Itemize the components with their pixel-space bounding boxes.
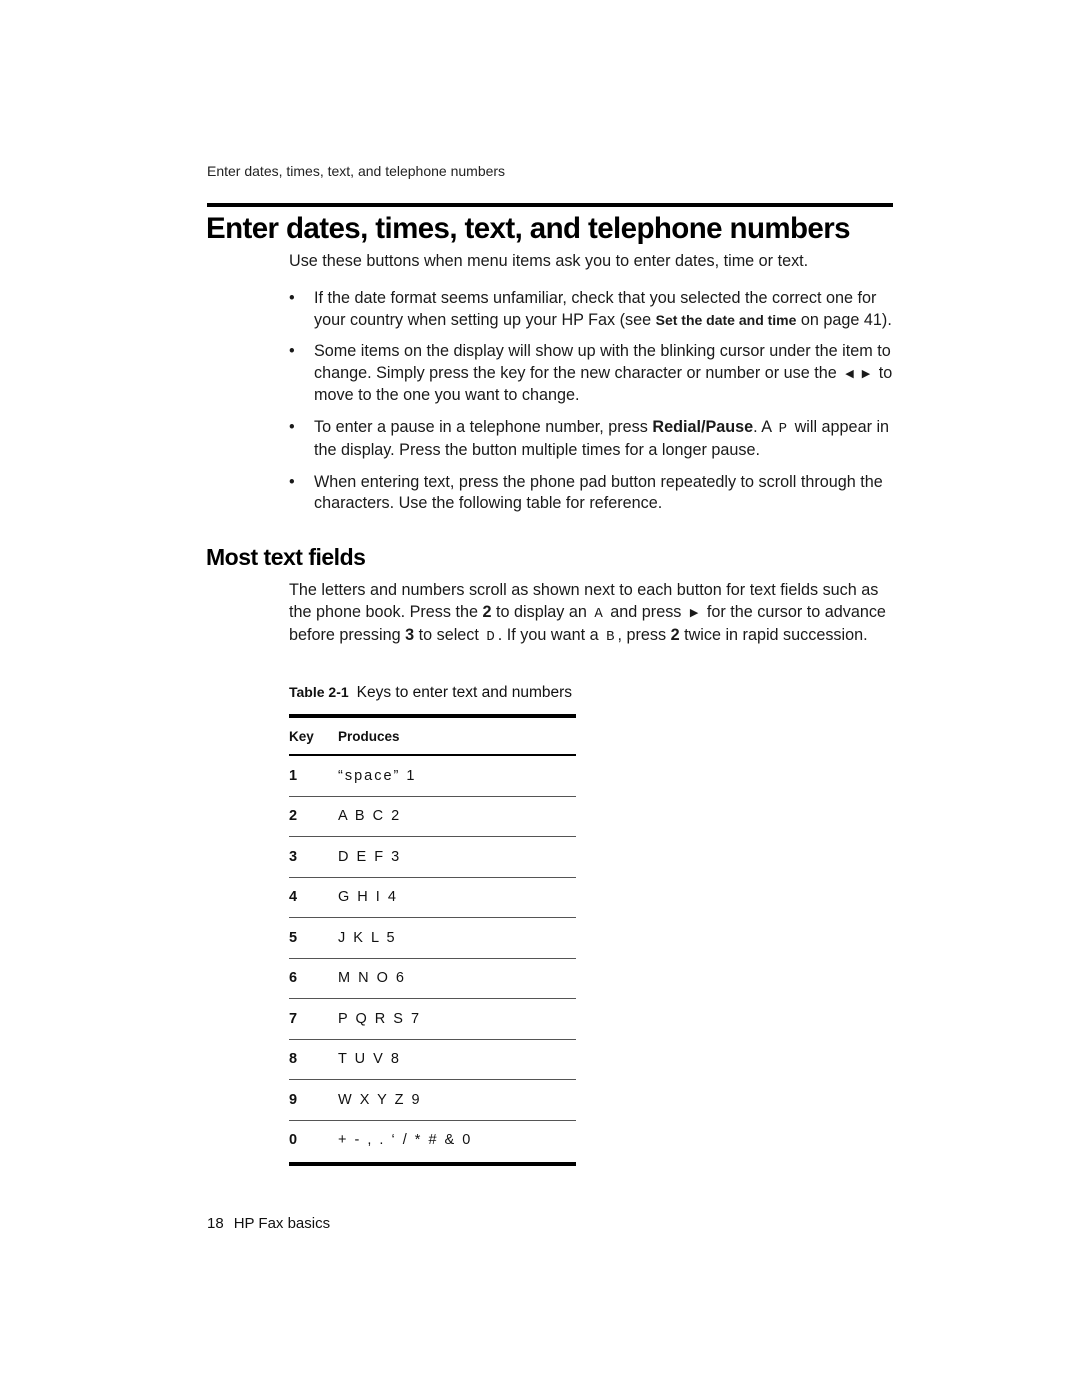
produces-cell: T U V 8 xyxy=(338,1051,401,1068)
header-produces: Produces xyxy=(338,728,400,744)
key-cell: 4 xyxy=(289,889,298,906)
key-ref: 3 xyxy=(405,626,415,644)
header-key: Key xyxy=(289,728,314,744)
table-row: 6 M N O 6 xyxy=(289,959,576,999)
bullet-dot: • xyxy=(289,342,295,360)
keys-table: Key Produces 1 “space” 1 2 A B C 2 3 D E F 3 4… xyxy=(289,714,576,1166)
display-char: A xyxy=(594,605,603,622)
key-cell: 8 xyxy=(289,1051,298,1068)
produces-cell: G H I 4 xyxy=(338,889,398,906)
key-ref: 2 xyxy=(670,626,680,644)
bullet-item: • To enter a pause in a telephone number… xyxy=(289,417,890,460)
right-arrow-icon: ▶ xyxy=(861,367,871,380)
key-cell: 6 xyxy=(289,970,298,987)
produces-cell: P Q R S 7 xyxy=(338,1010,422,1027)
table-body: 1 “space” 1 2 A B C 2 3 D E F 3 4 G H I 4 5 J K L… xyxy=(289,756,576,1160)
button-name: Redial/Pause xyxy=(652,417,754,436)
left-arrow-icon: ◀ xyxy=(845,367,854,380)
produces-cell: J K L 5 xyxy=(338,929,397,946)
display-char: P xyxy=(778,420,788,437)
table-caption-label: Table 2-1 xyxy=(289,684,349,700)
table-row: 7 P Q R S 7 xyxy=(289,999,576,1039)
table-row: 2 A B C 2 xyxy=(289,797,576,837)
key-cell: 1 xyxy=(289,767,298,784)
key-cell: 3 xyxy=(289,848,298,865)
bullet-dot: • xyxy=(289,289,295,307)
display-char: D xyxy=(486,629,495,645)
section-heading: Most text fields xyxy=(206,544,366,570)
table-row: 4 G H I 4 xyxy=(289,878,576,918)
chapter-name: HP Fax basics xyxy=(233,1215,331,1232)
table-row: 1 “space” 1 xyxy=(289,756,576,796)
table-row: 5 J K L 5 xyxy=(289,918,576,958)
bullet-item: • Some items on the display will show up… xyxy=(289,342,893,404)
key-cell: 0 xyxy=(289,1132,298,1149)
header-rule xyxy=(207,203,893,207)
key-cell: 5 xyxy=(289,929,298,946)
intro-paragraph: Use these buttons when menu items ask yo… xyxy=(289,252,809,270)
display-char: B xyxy=(606,629,615,645)
page-footer: 18 HP Fax basics xyxy=(207,1215,330,1232)
produces-cell: “space” 1 xyxy=(338,767,417,784)
section-paragraph: The letters and numbers scroll as shown … xyxy=(289,581,886,645)
key-cell: 9 xyxy=(289,1091,298,1108)
cross-reference-link[interactable]: Set the date and time xyxy=(656,312,797,328)
bullet-list: • If the date format seems unfamiliar, c… xyxy=(289,288,894,525)
table-header-row: Key Produces xyxy=(289,718,576,754)
produces-cell: W X Y Z 9 xyxy=(338,1091,422,1108)
page-number: 18 xyxy=(207,1215,224,1232)
table-row: 9 W X Y Z 9 xyxy=(289,1080,576,1120)
produces-cell: M N O 6 xyxy=(338,970,406,987)
key-cell: 2 xyxy=(289,808,298,825)
bullet-dot: • xyxy=(289,472,295,491)
key-ref: 2 xyxy=(482,602,492,621)
running-header: Enter dates, times, text, and telephone … xyxy=(207,163,506,179)
table-row: 8 T U V 8 xyxy=(289,1040,576,1080)
produces-cell: + - , . ‘ / * # & 0 xyxy=(338,1132,473,1149)
bullet-dot: • xyxy=(289,417,295,436)
bullet-item: • When entering text, press the phone pa… xyxy=(289,472,883,513)
table-bottom-rule xyxy=(289,1162,576,1166)
table-caption: Table 2-1 Keys to enter text and numbers xyxy=(289,684,572,702)
right-arrow-icon: ▶ xyxy=(689,606,699,619)
page-title: Enter dates, times, text, and telephone … xyxy=(206,212,851,245)
produces-cell: D E F 3 xyxy=(338,848,402,865)
table-row: 3 D E F 3 xyxy=(289,837,576,877)
table-caption-text: Keys to enter text and numbers xyxy=(356,684,573,701)
bullet-item: • If the date format seems unfamiliar, c… xyxy=(289,289,892,329)
table-row: 0 + - , . ‘ / * # & 0 xyxy=(289,1121,576,1161)
key-cell: 7 xyxy=(289,1010,298,1027)
produces-cell: A B C 2 xyxy=(338,808,402,825)
